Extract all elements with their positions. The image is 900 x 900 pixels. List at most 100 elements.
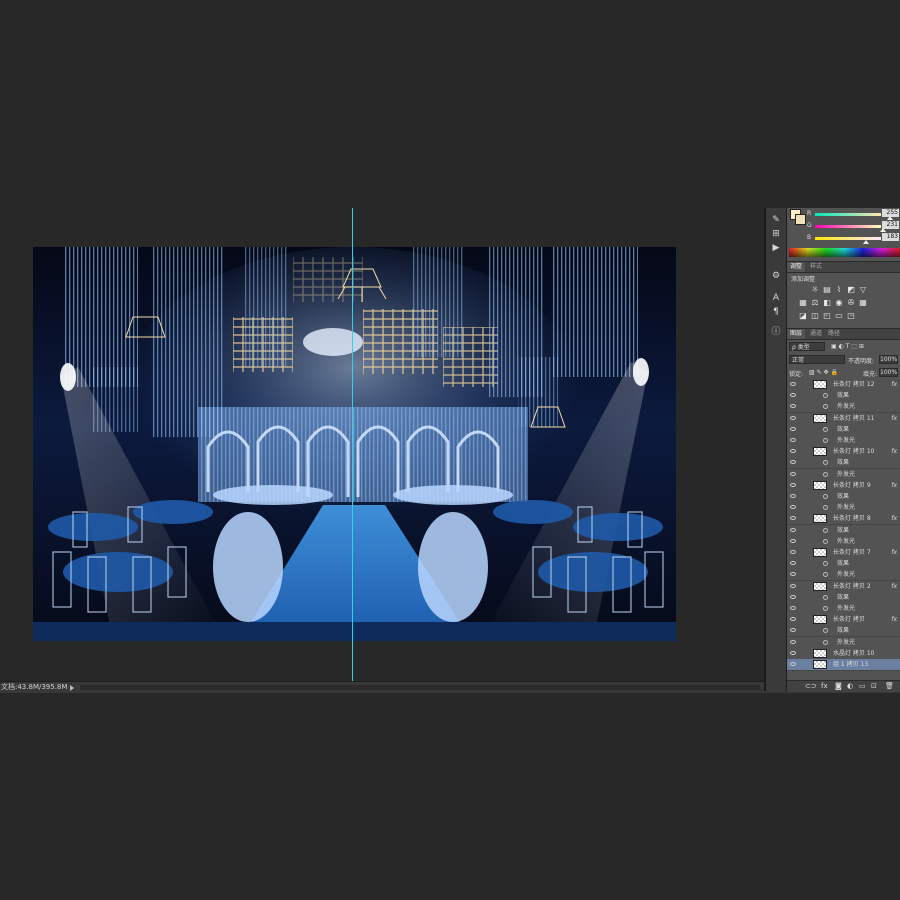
adjustment-layer-icon[interactable]: ◐ (847, 681, 853, 692)
filter-icons[interactable]: ▣ ◐ T ⬚ ⊞ (831, 343, 864, 350)
layer-effect-row[interactable]: 外发光 (787, 401, 900, 414)
layer-effect-row[interactable]: 效果 (787, 625, 900, 638)
new-layer-icon[interactable]: ⊡ (871, 681, 877, 692)
effect-eye-icon[interactable] (823, 494, 828, 499)
tab-channels[interactable]: 通道 (807, 329, 825, 339)
effect-eye-icon[interactable] (823, 527, 828, 533)
layer-name[interactable]: 外发光 (837, 502, 855, 513)
canvas-image[interactable] (33, 247, 676, 641)
layer-row[interactable]: 组 1 拷贝 13 (787, 659, 900, 671)
tab-paths[interactable]: 路径 (825, 329, 843, 339)
layer-thumbnail[interactable] (813, 615, 827, 625)
red-value[interactable]: 255 (882, 209, 899, 217)
effect-eye-icon[interactable] (823, 628, 828, 634)
layer-effect-row[interactable]: 外发光 (787, 535, 900, 548)
tab-layers[interactable]: 图层 (787, 329, 806, 339)
green-track[interactable] (815, 225, 881, 228)
layer-row[interactable]: 长条灯 拷贝 10 fx (787, 446, 900, 459)
black-white-icon[interactable]: ◧ (823, 299, 831, 307)
layer-name[interactable]: 长条灯 拷贝 12 (833, 379, 874, 390)
layer-thumbnail[interactable] (813, 413, 827, 423)
tab-adjustments[interactable]: 调整 (787, 262, 806, 272)
blend-mode-select[interactable]: 正常 (789, 355, 845, 364)
fx-badge-icon[interactable]: fx (891, 480, 897, 491)
vibrance-icon[interactable]: ▽ (859, 286, 867, 294)
layer-row[interactable]: 长条灯 拷贝 8 fx (787, 513, 900, 526)
horizontal-scrollbar[interactable] (80, 685, 760, 690)
posterize-icon[interactable]: ◫ (811, 312, 819, 320)
layer-name[interactable]: 外发光 (837, 569, 855, 580)
effect-eye-icon[interactable] (823, 471, 828, 477)
layer-effect-row[interactable]: 外发光 (787, 502, 900, 515)
layer-name[interactable]: 效果 (837, 424, 849, 435)
background-swatch[interactable] (795, 214, 806, 225)
paragraph-icon[interactable]: ¶ (769, 306, 783, 318)
visibility-eye-icon[interactable] (790, 639, 796, 644)
group-icon[interactable]: ▭ (859, 681, 866, 692)
layer-name[interactable]: 外发光 (837, 637, 855, 648)
layer-name[interactable]: 效果 (837, 390, 849, 401)
layer-name[interactable]: 长条灯 拷贝 11 (833, 413, 874, 424)
threshold-icon[interactable]: ◰ (823, 312, 831, 320)
visibility-eye-icon[interactable] (790, 471, 796, 476)
effect-eye-icon[interactable] (823, 426, 828, 432)
layer-name[interactable]: 外发光 (837, 469, 855, 480)
layer-row[interactable]: 长条灯 拷贝 2 fx (787, 580, 900, 593)
invert-icon[interactable]: ◪ (799, 312, 807, 320)
layer-name[interactable]: 效果 (837, 625, 849, 636)
blue-slider[interactable]: B 183 (807, 233, 900, 244)
blue-value[interactable]: 183 (882, 233, 899, 241)
visibility-eye-icon[interactable] (790, 594, 796, 599)
green-value[interactable]: 231 (882, 221, 899, 229)
visibility-eye-icon[interactable] (790, 527, 796, 532)
layer-name[interactable]: 外发光 (837, 401, 855, 412)
visibility-eye-icon[interactable] (790, 460, 796, 465)
visibility-eye-icon[interactable] (790, 494, 796, 498)
layer-name[interactable]: 水晶灯 拷贝 10 (833, 648, 874, 659)
layer-row[interactable]: 长条灯 拷贝 12 fx (787, 379, 900, 391)
fx-badge-icon[interactable]: fx (891, 413, 897, 424)
layer-name[interactable]: 效果 (837, 558, 849, 569)
layer-row[interactable]: 长条灯 拷贝 fx (787, 614, 900, 627)
fx-badge-icon[interactable]: fx (891, 513, 897, 524)
effect-eye-icon[interactable] (823, 538, 828, 544)
visibility-eye-icon[interactable] (790, 482, 796, 487)
layer-thumbnail[interactable] (813, 581, 827, 591)
layer-effect-row[interactable]: 外发光 (787, 435, 900, 447)
layer-thumbnail[interactable] (813, 548, 827, 557)
visibility-eye-icon[interactable] (790, 415, 796, 420)
layer-effect-row[interactable]: 外发光 (787, 636, 900, 649)
layer-name[interactable]: 组 1 拷贝 13 (833, 659, 868, 670)
effect-eye-icon[interactable] (823, 594, 828, 600)
tools-icon[interactable]: ⚙ (769, 270, 783, 282)
layer-name[interactable]: 外发光 (837, 536, 855, 547)
visibility-eye-icon[interactable] (790, 393, 796, 398)
color-icon[interactable]: ✎ (769, 214, 783, 226)
levels-icon[interactable]: ▤ (823, 286, 831, 294)
layer-effect-row[interactable]: 效果 (787, 558, 900, 571)
effect-eye-icon[interactable] (823, 561, 828, 567)
effect-eye-icon[interactable] (823, 505, 828, 511)
effect-eye-icon[interactable] (823, 639, 828, 645)
layer-effect-row[interactable]: 效果 (787, 524, 900, 537)
fill-field[interactable]: 100% (879, 368, 898, 377)
visibility-eye-icon[interactable] (790, 606, 796, 610)
layer-name[interactable]: 长条灯 拷贝 9 (833, 480, 871, 491)
visibility-eye-icon[interactable] (790, 438, 796, 442)
info-icon[interactable]: ⓘ (769, 326, 783, 338)
effect-eye-icon[interactable] (823, 404, 828, 410)
layer-effect-row[interactable]: 效果 (787, 423, 900, 436)
blue-knob[interactable] (863, 240, 869, 244)
layer-thumbnail[interactable] (813, 447, 827, 457)
effect-eye-icon[interactable] (823, 393, 828, 399)
photo-filter-icon[interactable]: ◉ (835, 299, 843, 307)
fx-badge-icon[interactable]: fx (891, 547, 897, 558)
hue-saturation-icon[interactable]: ▦ (799, 299, 807, 307)
layer-thumbnail[interactable] (813, 648, 827, 658)
play-icon[interactable]: ▶ (769, 242, 783, 254)
layer-name[interactable]: 效果 (837, 457, 849, 468)
color-lookup-icon[interactable]: ▦ (859, 299, 867, 307)
layer-name[interactable]: 长条灯 拷贝 7 (833, 547, 871, 558)
trash-icon[interactable]: 🗑 (885, 681, 894, 692)
red-slider[interactable]: R 255 (807, 209, 900, 220)
